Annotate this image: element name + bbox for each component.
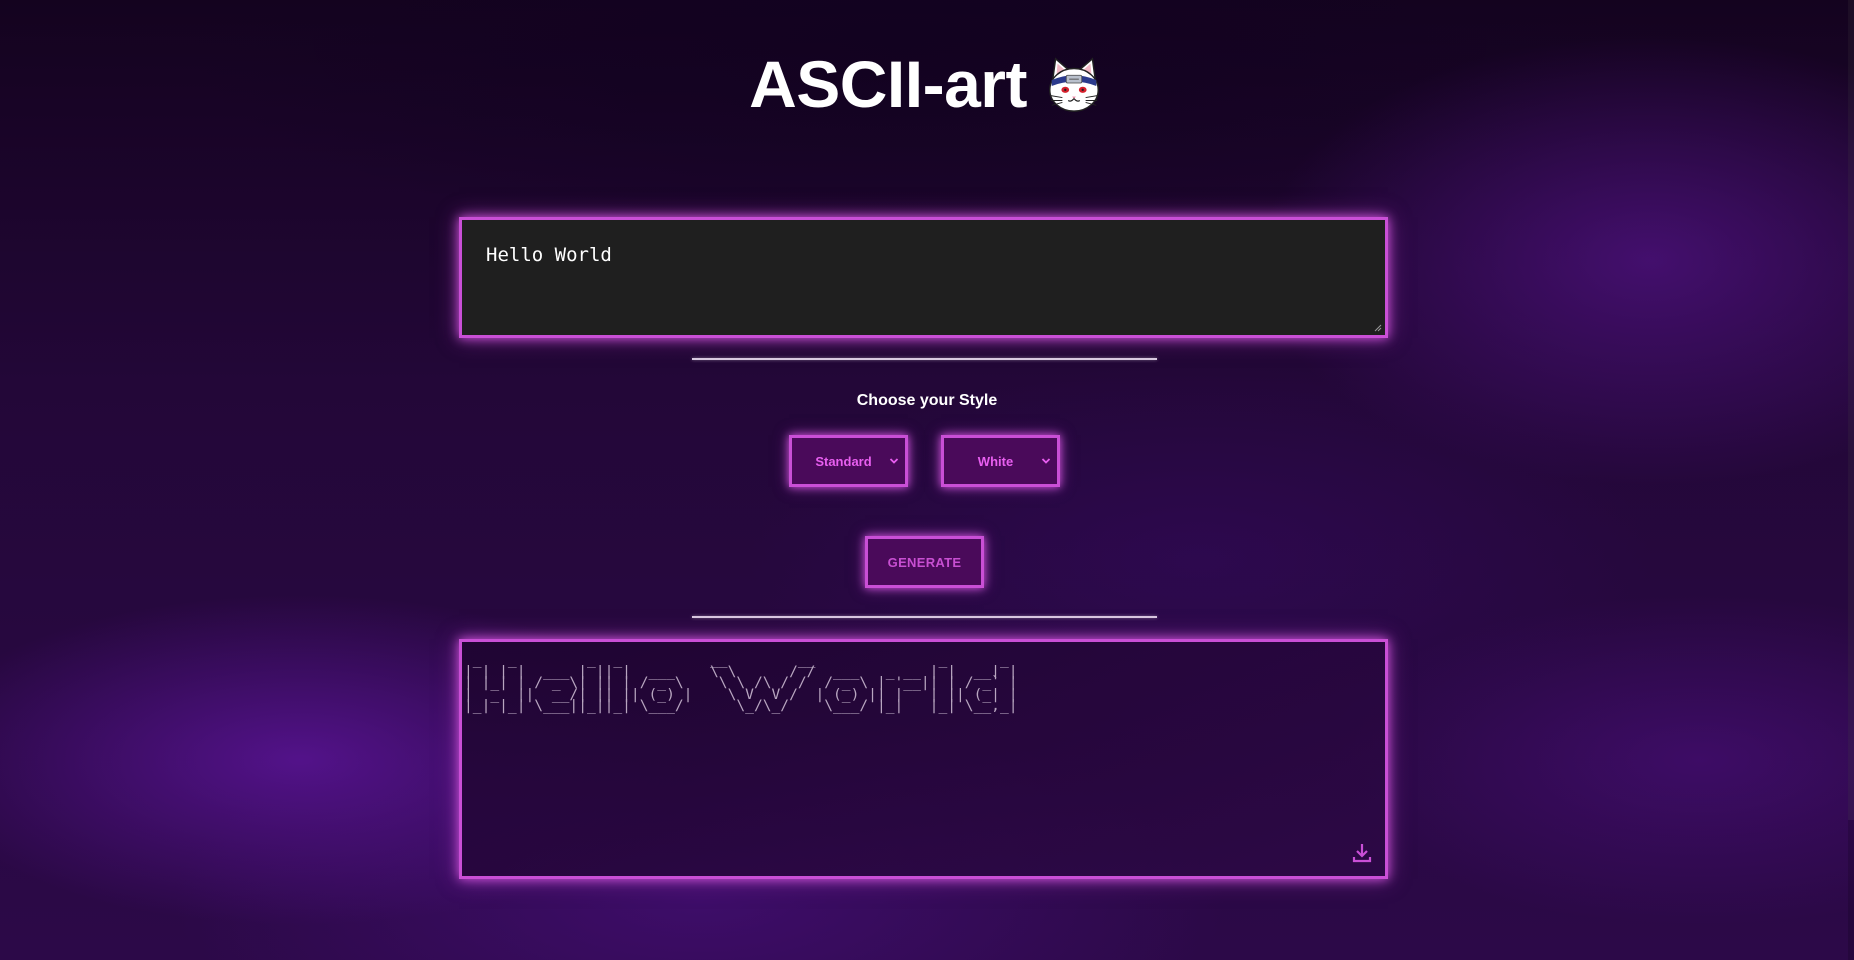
- header: ASCII-art: [0, 44, 1854, 124]
- style-section-label: Choose your Style: [856, 392, 998, 409]
- cat-face-icon: [1048, 57, 1099, 112]
- divider-bottom: [692, 616, 1157, 618]
- font-style-select[interactable]: Standard: [789, 435, 908, 487]
- resize-handle-icon[interactable]: [1374, 324, 1382, 332]
- text-input-area[interactable]: Hello World: [459, 217, 1388, 338]
- chevron-down-icon: [889, 458, 899, 464]
- ascii-output-panel: _ _ _ _ __ __ _ _ | | | | ___ | || | ___…: [459, 639, 1388, 879]
- color-select[interactable]: White: [941, 435, 1060, 487]
- text-input-value[interactable]: Hello World: [486, 244, 612, 266]
- page-title-container: ASCII-art: [749, 44, 1105, 124]
- page-scrollbar[interactable]: [1848, 0, 1854, 960]
- ascii-art-output: _ _ _ _ __ __ _ _ | | | | ___ | || | ___…: [464, 651, 1018, 714]
- chevron-down-icon: [1041, 458, 1051, 464]
- color-selected: White: [977, 453, 1014, 469]
- download-icon[interactable]: [1351, 842, 1373, 864]
- font-style-selected: Standard: [815, 453, 872, 469]
- generate-button[interactable]: GENERATE: [865, 536, 984, 588]
- scrollbar-thumb[interactable]: [1848, 0, 1854, 820]
- page-title: ASCII-art: [749, 47, 1027, 121]
- divider-top: [692, 358, 1157, 360]
